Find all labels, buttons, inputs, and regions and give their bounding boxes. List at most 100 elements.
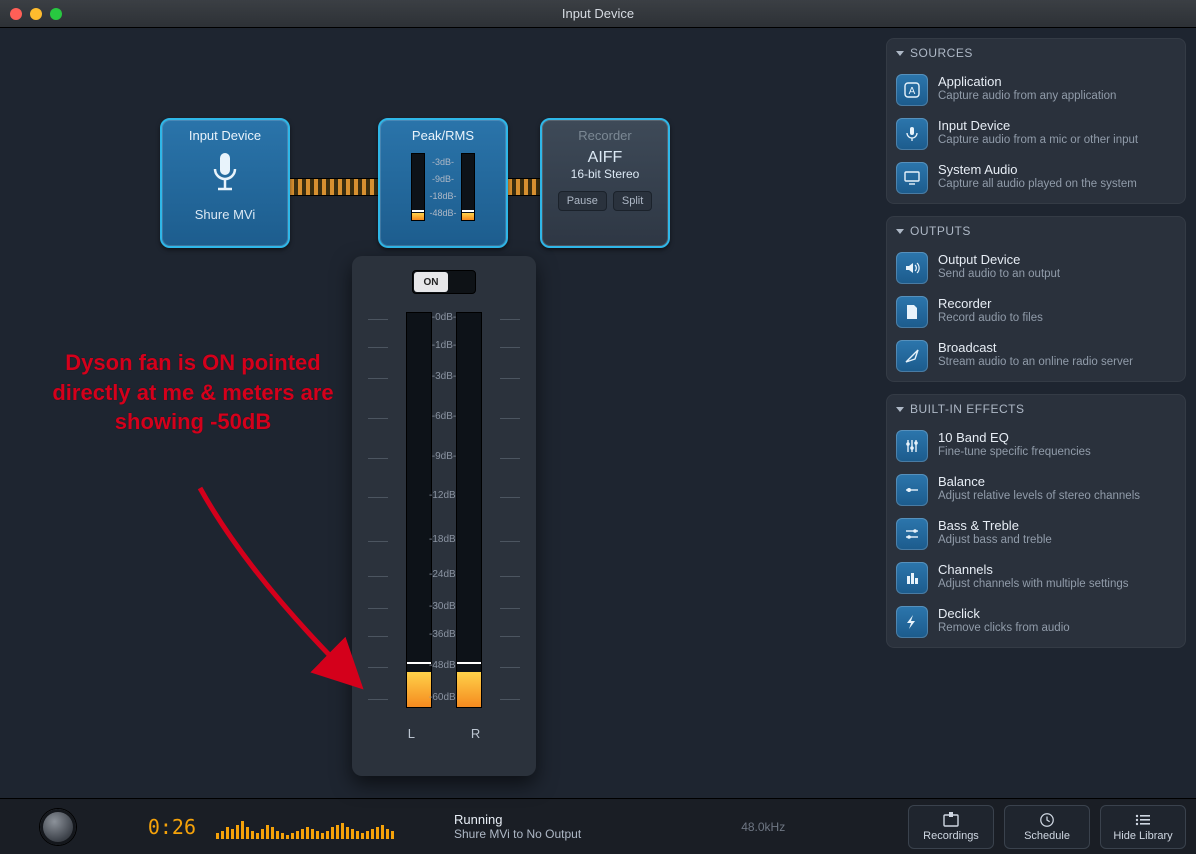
channel-right-label: R <box>471 726 480 741</box>
minimize-window[interactable] <box>30 8 42 20</box>
hide-library-button[interactable]: Hide Library <box>1100 805 1186 849</box>
item-title: Input Device <box>938 118 1138 133</box>
split-button[interactable]: Split <box>613 191 652 211</box>
transport-bar: 0:26 Running Shure MVi to No Output 48.0… <box>0 798 1196 854</box>
list-icon <box>1134 812 1152 828</box>
panel-title: SOURCES <box>910 46 973 60</box>
item-title: Bass & Treble <box>938 518 1052 533</box>
record-button[interactable] <box>40 809 76 845</box>
meter-popover: ON -0dB- -1dB- -3dB- -6dB- -9dB- -12dB- -18dB-… <box>352 256 536 776</box>
chevron-down-icon <box>896 51 904 56</box>
library-item[interactable]: Output DeviceSend audio to an output <box>886 246 1186 290</box>
recordings-icon <box>942 812 960 828</box>
zoom-window[interactable] <box>50 8 62 20</box>
library-item[interactable]: Input DeviceCapture audio from a mic or … <box>886 112 1186 156</box>
file-icon <box>896 296 928 328</box>
meter-toggle[interactable]: ON <box>412 270 476 294</box>
tick-label: -48dB- <box>376 660 512 671</box>
meter-left <box>406 312 432 708</box>
annotation-text: Dyson fan is ON pointed directly at me &… <box>48 348 338 437</box>
tick-label: -3dB- <box>376 371 512 382</box>
tick-label: -24dB- <box>376 569 512 580</box>
tick-label: -36dB- <box>376 629 512 640</box>
bolt-icon <box>896 606 928 638</box>
titlebar: Input Device <box>0 0 1196 28</box>
input-device-node[interactable]: Input Device Shure MVi <box>160 118 290 248</box>
node-title: Peak/RMS <box>386 128 500 143</box>
audio-cable <box>508 178 540 196</box>
library-item[interactable]: ChannelsAdjust channels with multiple se… <box>886 556 1186 600</box>
recorder-detail: 16-bit Stereo <box>548 167 662 181</box>
tick-label: -0dB- <box>376 312 512 323</box>
timer-display: 0:26 <box>116 815 196 839</box>
pause-button[interactable]: Pause <box>558 191 607 211</box>
channel-left-label: L <box>408 726 415 741</box>
tick-label: -48dB- <box>429 208 456 218</box>
tick-label: -12dB- <box>376 490 512 501</box>
eq-icon <box>896 430 928 462</box>
panel-header[interactable]: OUTPUTS <box>886 216 1186 246</box>
mon-icon <box>896 162 928 194</box>
item-title: Channels <box>938 562 1129 577</box>
item-desc: Capture audio from any application <box>938 89 1116 104</box>
item-desc: Adjust bass and treble <box>938 533 1052 548</box>
bal-icon <box>896 474 928 506</box>
tick-label: -3dB- <box>429 157 456 167</box>
library-item[interactable]: Bass & TrebleAdjust bass and treble <box>886 512 1186 556</box>
item-desc: Capture all audio played on the system <box>938 177 1137 192</box>
window-title: Input Device <box>0 6 1196 21</box>
item-title: Recorder <box>938 296 1043 311</box>
app-icon: A <box>896 74 928 106</box>
item-title: Output Device <box>938 252 1060 267</box>
item-desc: Stream audio to an online radio server <box>938 355 1133 370</box>
clock-icon <box>1038 812 1056 828</box>
device-name: Shure MVi <box>168 207 282 222</box>
recordings-button[interactable]: Recordings <box>908 805 994 849</box>
sample-rate: 48.0kHz <box>741 820 785 834</box>
item-title: Balance <box>938 474 1140 489</box>
item-desc: Capture audio from a mic or other input <box>938 133 1138 148</box>
spk-icon <box>896 252 928 284</box>
library-item[interactable]: DeclickRemove clicks from audio <box>886 600 1186 644</box>
library-item[interactable]: A ApplicationCapture audio from any appli… <box>886 68 1186 112</box>
item-title: Application <box>938 74 1116 89</box>
tick-label: -1dB- <box>376 340 512 351</box>
library-item[interactable]: 10 Band EQFine-tune specific frequencies <box>886 424 1186 468</box>
library-item[interactable]: BroadcastStream audio to an online radio… <box>886 334 1186 378</box>
panel-title: OUTPUTS <box>910 224 971 238</box>
mini-meter: -3dB- -9dB- -18dB- -48dB- <box>386 149 500 221</box>
pipeline-canvas[interactable]: Input Device Shure MVi Peak/RMS -3dB- -9… <box>0 28 886 798</box>
tick-label: -6dB- <box>376 411 512 422</box>
recorder-format: AIFF <box>548 149 662 167</box>
sources-panel: SOURCES AApplicationCapture audio from a… <box>886 38 1186 204</box>
close-window[interactable] <box>10 8 22 20</box>
item-desc: Send audio to an output <box>938 267 1060 282</box>
mic-icon <box>896 118 928 150</box>
effects-panel: BUILT-IN EFFECTS 10 Band EQFine-tune spe… <box>886 394 1186 648</box>
item-desc: Record audio to files <box>938 311 1043 326</box>
library-item[interactable]: BalanceAdjust relative levels of stereo … <box>886 468 1186 512</box>
panel-header[interactable]: SOURCES <box>886 38 1186 68</box>
button-label: Recordings <box>923 830 979 842</box>
library-item[interactable]: RecorderRecord audio to files <box>886 290 1186 334</box>
tick-label: -18dB- <box>376 534 512 545</box>
window-controls <box>10 8 62 20</box>
item-title: 10 Band EQ <box>938 430 1091 445</box>
tick-label: -9dB- <box>429 174 456 184</box>
peak-rms-node[interactable]: Peak/RMS -3dB- -9dB- -18dB- -48dB- <box>378 118 508 248</box>
audio-cable <box>290 178 378 196</box>
item-desc: Remove clicks from audio <box>938 621 1070 636</box>
outputs-panel: OUTPUTS Output DeviceSend audio to an ou… <box>886 216 1186 382</box>
tick-label: -9dB- <box>376 451 512 462</box>
chevron-down-icon <box>896 229 904 234</box>
svg-text:A: A <box>909 86 916 97</box>
button-label: Hide Library <box>1113 830 1172 842</box>
panel-header[interactable]: BUILT-IN EFFECTS <box>886 394 1186 424</box>
library-item[interactable]: System AudioCapture all audio played on … <box>886 156 1186 200</box>
microphone-icon <box>205 151 245 199</box>
ch-icon <box>896 562 928 594</box>
item-title: System Audio <box>938 162 1137 177</box>
schedule-button[interactable]: Schedule <box>1004 805 1090 849</box>
recorder-node[interactable]: Recorder AIFF 16-bit Stereo Pause Split <box>540 118 670 248</box>
item-desc: Adjust channels with multiple settings <box>938 577 1129 592</box>
